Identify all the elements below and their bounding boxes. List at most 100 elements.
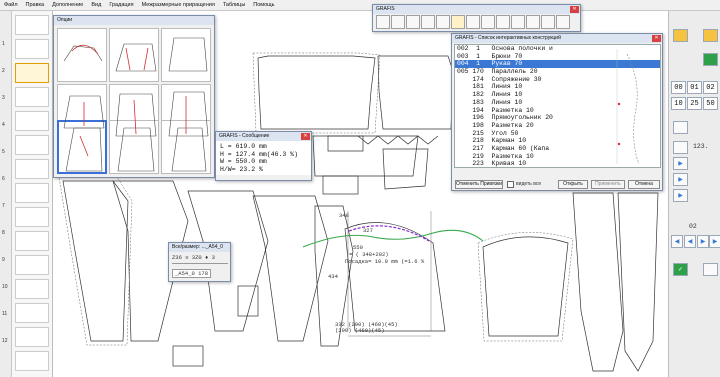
construction-thumbnails [12, 11, 53, 377]
thumbnail-item[interactable] [15, 135, 49, 155]
option-thumb[interactable] [109, 28, 159, 82]
arrow-left-icon[interactable]: ◀ [671, 235, 683, 248]
page-number[interactable]: 7 [2, 203, 5, 209]
play-icon[interactable]: ▶ [673, 157, 688, 170]
option-thumb[interactable] [109, 120, 159, 174]
green-grid-icon[interactable] [703, 53, 718, 66]
page-number[interactable]: 9 [2, 257, 5, 263]
page-number[interactable]: 4 [2, 122, 5, 128]
layers-icon[interactable] [703, 263, 718, 276]
page-number[interactable]: 12 [2, 338, 8, 344]
close-icon[interactable]: ✕ [301, 133, 310, 140]
page-number[interactable]: 2 [2, 68, 5, 74]
check-icon[interactable]: ✓ [673, 263, 688, 276]
cancel-button[interactable]: Отмена [628, 180, 660, 189]
page-number[interactable]: 3 [2, 95, 5, 101]
page-label: 02 [689, 223, 697, 230]
size-number-02[interactable]: 02 [703, 81, 718, 94]
page-number[interactable]: 10 [2, 284, 8, 290]
dim-label-348: 348 [339, 212, 349, 219]
thumbnail-item[interactable] [15, 159, 49, 179]
size-number-25[interactable]: 25 [687, 97, 702, 110]
zoom-icon[interactable] [421, 15, 435, 29]
thumbnail-item[interactable] [15, 87, 49, 107]
layer-icon[interactable] [703, 29, 718, 42]
page-number[interactable]: 1 [2, 41, 5, 47]
option-thumb-selected[interactable] [57, 120, 107, 174]
left-toolstrip: 1 2 3 4 5 6 7 8 9 10 11 12 [0, 11, 12, 377]
menu-item[interactable]: Дополнение [48, 2, 87, 8]
cancel-bindings-button[interactable]: Отменить Привязки [455, 180, 503, 189]
thumbnail-item[interactable] [15, 327, 49, 347]
measure-icon[interactable] [541, 15, 555, 29]
magnet-icon[interactable] [673, 121, 688, 134]
size-number-10[interactable]: 10 [671, 97, 686, 110]
close-icon[interactable]: ✕ [570, 6, 579, 13]
size-number-01[interactable]: 01 [687, 81, 702, 94]
message-line: L = 619.0 mm [220, 143, 267, 150]
trouser-front-left [62, 180, 129, 342]
play-icon[interactable]: ▶ [673, 189, 688, 202]
menu-item[interactable]: Таблицы [219, 2, 249, 8]
open-button[interactable]: Открыть [558, 180, 588, 189]
highlight-icon[interactable] [451, 15, 465, 29]
sleeve-cap-curve [302, 229, 484, 248]
option-thumb[interactable] [161, 28, 211, 82]
size-row-2[interactable]: _A54_0 178 [172, 269, 212, 278]
thumbnail-item[interactable] [15, 183, 49, 203]
thumbnail-item[interactable] [15, 231, 49, 251]
option-thumb[interactable] [161, 120, 211, 174]
menu-item[interactable]: Вид [87, 2, 105, 8]
thumbnail-item[interactable] [15, 111, 49, 131]
arrow-left-icon[interactable]: ◀ [684, 235, 696, 248]
page-number[interactable]: 6 [2, 176, 5, 182]
dropper-icon[interactable] [556, 15, 570, 29]
grid-icon[interactable] [436, 15, 450, 29]
thumbnail-item[interactable] [15, 39, 49, 59]
thumbnail-item[interactable] [15, 207, 49, 227]
align-icon[interactable] [511, 15, 525, 29]
bottom-dimensions-2: (290) (460)(45) [335, 327, 385, 334]
scissors-icon[interactable] [526, 15, 540, 29]
pen-icon[interactable] [466, 15, 480, 29]
menu-item[interactable]: Градация [105, 2, 137, 8]
print-icon[interactable] [406, 15, 420, 29]
arrow-right-icon[interactable]: ▶ [697, 235, 709, 248]
folder-icon[interactable] [673, 29, 688, 42]
menu-item[interactable]: Файл [0, 2, 22, 8]
show-all-checkbox[interactable] [507, 181, 514, 188]
right-tool-panel: 00 01 02 10 25 50 123. ▶ ▶ ▶ 02 ◀ ◀ ▶ ▶ … [668, 11, 720, 377]
save-icon[interactable] [391, 15, 405, 29]
page-number[interactable]: 11 [2, 311, 7, 317]
close-icon[interactable]: ✕ [652, 35, 661, 42]
size-window-title: Все/размер: ..._A54_0 [169, 243, 230, 252]
menu-bar: Файл Правка Дополнение Вид Градация Межразмер… [0, 0, 720, 11]
thumbnail-item-active[interactable] [15, 63, 49, 83]
menu-item[interactable]: Межразмерные приращения [138, 2, 219, 8]
trouser-piece-4 [252, 195, 329, 342]
apply-button[interactable]: Применить [591, 180, 625, 189]
align-icon[interactable] [481, 15, 495, 29]
tool-icon[interactable] [673, 141, 688, 154]
menu-item[interactable]: Помощь [249, 2, 278, 8]
arrow-right-icon[interactable]: ▶ [709, 235, 720, 248]
page-number[interactable]: 8 [2, 230, 5, 236]
show-all-label: видеть все [516, 181, 542, 187]
align-icon[interactable] [496, 15, 510, 29]
menu-item[interactable]: Правка [22, 2, 49, 8]
equation-label: = ( 348+202) [349, 251, 389, 258]
size-number-50[interactable]: 50 [703, 97, 718, 110]
sleeve-right-piece [482, 236, 569, 337]
thumbnail-item[interactable] [15, 15, 49, 35]
thumbnail-item[interactable] [15, 351, 49, 371]
thumbnail-item[interactable] [15, 279, 49, 299]
play-icon[interactable]: ▶ [673, 173, 688, 186]
size-number-00[interactable]: 00 [671, 81, 686, 94]
stamp-icon[interactable] [376, 15, 390, 29]
option-thumb[interactable] [57, 28, 107, 82]
scale-label: 123. [693, 143, 709, 150]
page-number[interactable]: 5 [2, 149, 5, 155]
message-line: H/W= 23.2 % [220, 165, 263, 173]
thumbnail-item[interactable] [15, 303, 49, 323]
thumbnail-item[interactable] [15, 255, 49, 275]
